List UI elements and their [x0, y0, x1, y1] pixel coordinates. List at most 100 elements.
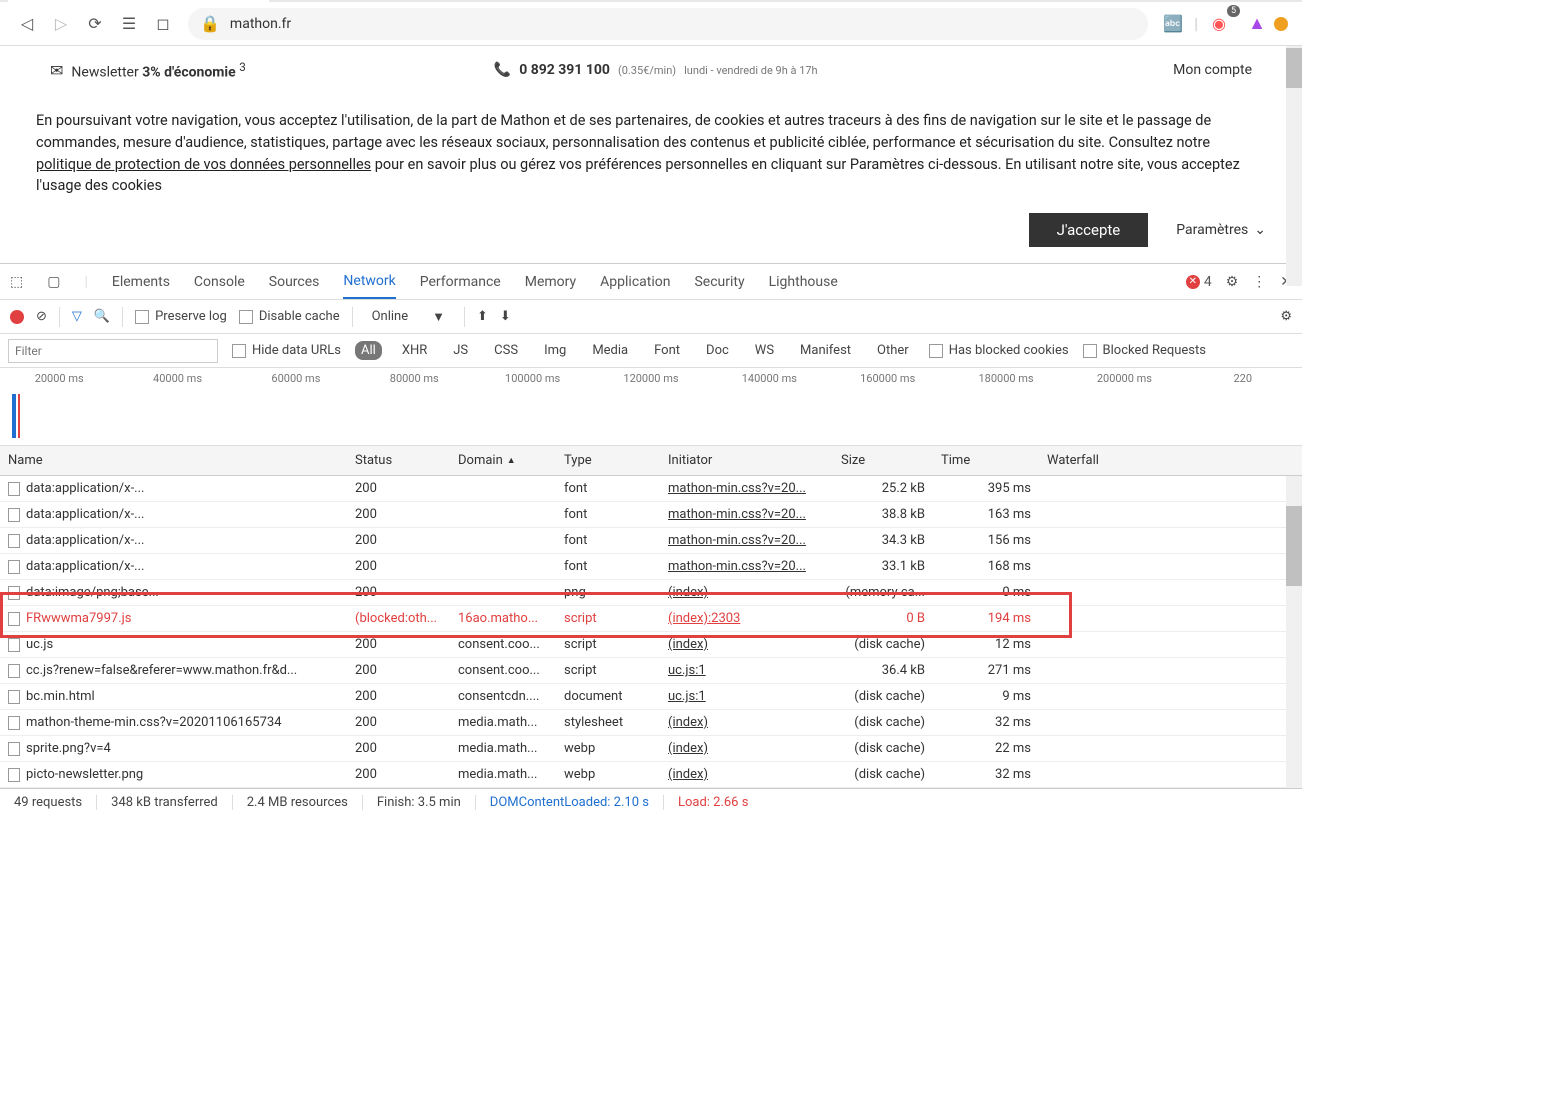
filter-other[interactable]: Other	[871, 341, 915, 360]
device-icon[interactable]: ▢	[47, 274, 60, 290]
tab-console[interactable]: Console	[194, 266, 245, 298]
file-icon	[8, 768, 20, 782]
col-name[interactable]: Name	[0, 453, 347, 468]
tab-sources[interactable]: Sources	[269, 266, 320, 298]
initiator-link[interactable]: mathon-min.css?v=20...	[668, 507, 806, 522]
col-initiator[interactable]: Initiator	[660, 453, 833, 468]
tab-performance[interactable]: Performance	[420, 266, 501, 298]
filter-doc[interactable]: Doc	[700, 341, 735, 360]
record-button[interactable]	[10, 310, 24, 324]
kebab-icon[interactable]: ⋮	[1252, 274, 1266, 290]
page-scrollbar[interactable]	[1286, 46, 1302, 286]
translate-icon[interactable]: 🔤	[1156, 7, 1190, 41]
preserve-log-checkbox[interactable]: Preserve log	[135, 309, 227, 324]
tab-elements[interactable]: Elements	[112, 266, 170, 298]
filter-css[interactable]: CSS	[488, 341, 524, 360]
url-bar[interactable]: 🔒 mathon.fr	[188, 8, 1148, 40]
table-row[interactable]: data:application/x-...200fontmathon-min.…	[0, 502, 1302, 528]
initiator-link[interactable]: uc.js:1	[668, 663, 706, 678]
bat-icon[interactable]: ▲	[1240, 7, 1274, 41]
table-row[interactable]: data:application/x-...200fontmathon-min.…	[0, 528, 1302, 554]
file-icon	[8, 690, 20, 704]
table-row[interactable]: data:application/x-...200fontmathon-min.…	[0, 476, 1302, 502]
new-tab-button[interactable]: +	[474, 0, 506, 2]
status-requests: 49 requests	[0, 795, 97, 810]
inspect-icon[interactable]: ⬚	[10, 274, 23, 290]
hide-data-urls-checkbox[interactable]: Hide data URLs	[232, 343, 341, 358]
table-row[interactable]: data:image/png;base...200png(index)(memo…	[0, 580, 1302, 606]
tab-lighthouse[interactable]: Lighthouse	[769, 266, 838, 298]
devtools-panel: ⬚ ▢ | Elements Console Sources Network P…	[0, 263, 1302, 816]
timeline-tick: 120000 ms	[592, 372, 710, 385]
filter-img[interactable]: Img	[538, 341, 572, 360]
filter-xhr[interactable]: XHR	[396, 341, 433, 360]
browser-tab-active[interactable]: m Mathon.fr - Ustensiles de cuisine ×	[8, 0, 269, 2]
bookmark-button[interactable]: ◻	[146, 7, 180, 41]
initiator-link[interactable]: (index)	[668, 741, 708, 756]
filter-all[interactable]: All	[355, 341, 382, 360]
devtools-tablist: ⬚ ▢ | Elements Console Sources Network P…	[0, 264, 1302, 300]
table-row[interactable]: picto-newsletter.png200media.math...webp…	[0, 762, 1302, 788]
search-icon[interactable]: 🔍	[94, 309, 110, 324]
table-row[interactable]: uc.js200consent.coo...script(index)(disk…	[0, 632, 1302, 658]
initiator-link[interactable]: (index)	[668, 767, 708, 782]
network-filter-bar: Hide data URLs All XHR JS CSS Img Media …	[0, 334, 1302, 368]
filter-input[interactable]	[8, 339, 218, 363]
initiator-link[interactable]: (index)	[668, 715, 708, 730]
tab-memory[interactable]: Memory	[525, 266, 576, 298]
shield-button[interactable]: ◉ 5	[1202, 7, 1236, 41]
initiator-link[interactable]: mathon-min.css?v=20...	[668, 533, 806, 548]
tab-network[interactable]: Network	[343, 265, 395, 299]
params-button[interactable]: Paramètres ⌄	[1176, 220, 1266, 241]
account-link[interactable]: Mon compte	[1173, 62, 1252, 78]
throttling-select[interactable]: Online▼	[365, 306, 452, 328]
browser-tab[interactable]: gHacks Technology News	[269, 0, 466, 2]
blocked-cookies-checkbox[interactable]: Has blocked cookies	[929, 343, 1069, 358]
filter-media[interactable]: Media	[586, 341, 634, 360]
table-row[interactable]: data:application/x-...200fontmathon-min.…	[0, 554, 1302, 580]
privacy-policy-link[interactable]: politique de protection de vos données p…	[36, 156, 371, 173]
reload-button[interactable]: ⟳	[78, 7, 112, 41]
tab-application[interactable]: Application	[600, 266, 670, 298]
network-status-bar: 49 requests 348 kB transferred 2.4 MB re…	[0, 788, 1302, 816]
gear-icon[interactable]: ⚙	[1280, 309, 1292, 324]
clear-button[interactable]: ⊘	[36, 309, 47, 324]
warning-icon[interactable]	[1274, 17, 1288, 31]
filter-js[interactable]: JS	[447, 341, 474, 360]
forward-button[interactable]: ▷	[44, 7, 78, 41]
tab-security[interactable]: Security	[694, 266, 744, 298]
initiator-link[interactable]: (index):2303	[668, 611, 740, 626]
table-scrollbar[interactable]	[1286, 476, 1302, 788]
filter-font[interactable]: Font	[648, 341, 686, 360]
network-timeline[interactable]: 20000 ms40000 ms60000 ms80000 ms100000 m…	[0, 368, 1302, 446]
disable-cache-checkbox[interactable]: Disable cache	[239, 309, 340, 324]
gear-icon[interactable]: ⚙	[1226, 274, 1239, 290]
reader-button[interactable]: ☰	[112, 7, 146, 41]
blocked-requests-checkbox[interactable]: Blocked Requests	[1083, 343, 1206, 358]
col-status[interactable]: Status	[347, 453, 450, 468]
initiator-link[interactable]: (index)	[668, 637, 708, 652]
col-domain[interactable]: Domain▲	[450, 453, 556, 468]
table-row[interactable]: bc.min.html200consentcdn....documentuc.j…	[0, 684, 1302, 710]
accept-button[interactable]: J'accepte	[1029, 213, 1149, 247]
initiator-link[interactable]: uc.js:1	[668, 689, 706, 704]
back-button[interactable]: ◁	[10, 7, 44, 41]
initiator-link[interactable]: (index)	[668, 585, 708, 600]
filter-ws[interactable]: WS	[749, 341, 780, 360]
filter-manifest[interactable]: Manifest	[794, 341, 857, 360]
initiator-link[interactable]: mathon-min.css?v=20...	[668, 559, 806, 574]
filter-icon[interactable]: ▽	[72, 309, 82, 324]
table-row[interactable]: mathon-theme-min.css?v=20201106165734200…	[0, 710, 1302, 736]
initiator-link[interactable]: mathon-min.css?v=20...	[668, 481, 806, 496]
table-row[interactable]: FRwwwma7997.js(blocked:oth...16ao.matho.…	[0, 606, 1302, 632]
download-icon[interactable]: ⬇	[500, 309, 511, 324]
upload-icon[interactable]: ⬆	[477, 309, 488, 324]
file-icon	[8, 638, 20, 652]
error-count[interactable]: ✕4	[1186, 274, 1212, 290]
col-waterfall[interactable]: Waterfall	[1039, 453, 1302, 468]
table-row[interactable]: sprite.png?v=4200media.math...webp(index…	[0, 736, 1302, 762]
col-type[interactable]: Type	[556, 453, 660, 468]
table-row[interactable]: cc.js?renew=false&referer=www.mathon.fr&…	[0, 658, 1302, 684]
col-size[interactable]: Size	[833, 453, 933, 468]
col-time[interactable]: Time	[933, 453, 1039, 468]
